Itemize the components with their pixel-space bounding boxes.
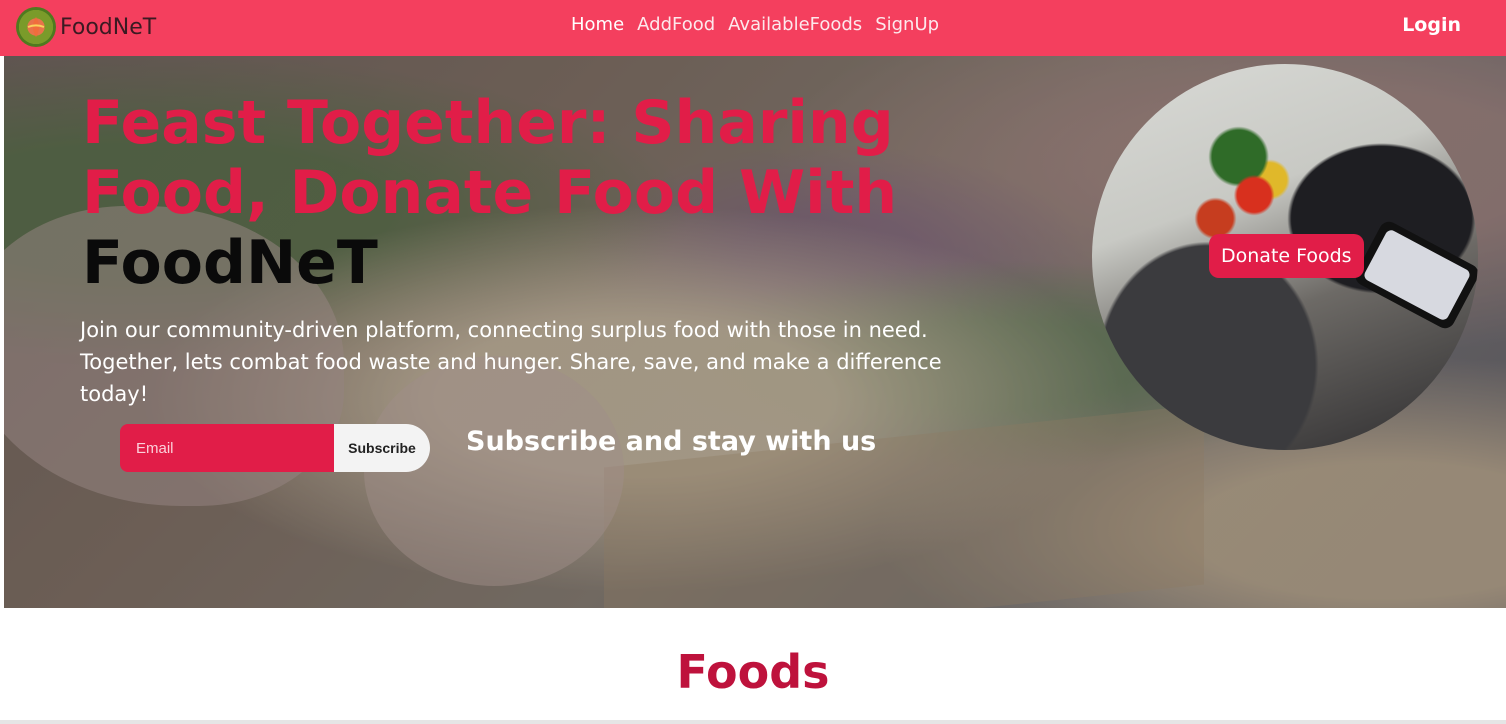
phone-screen (1362, 228, 1472, 322)
nav-link-signup[interactable]: SignUp (875, 14, 939, 35)
navbar: FoodNeT Home AddFood AvailableFoods Sign… (0, 0, 1506, 56)
main-nav: Home AddFood AvailableFoods SignUp (571, 14, 939, 35)
subscribe-button[interactable]: Subscribe (334, 424, 430, 472)
subscribe-heading: Subscribe and stay with us (466, 426, 877, 457)
foods-section-title: Foods (676, 645, 830, 699)
login-link[interactable]: Login (1402, 14, 1461, 36)
phone-image (1352, 218, 1478, 332)
hero-headline-accent: Feast Together: Sharing Food, Donate Foo… (82, 88, 898, 228)
brand-name[interactable]: FoodNeT (60, 15, 156, 40)
nav-link-availablefoods[interactable]: AvailableFoods (728, 14, 862, 35)
email-input[interactable] (120, 424, 334, 472)
section-divider (0, 720, 1506, 724)
brand[interactable]: FoodNeT (16, 5, 156, 49)
nav-link-addfood[interactable]: AddFood (637, 14, 715, 35)
food-logo-icon (16, 7, 56, 47)
nav-link-home[interactable]: Home (571, 14, 624, 35)
hero-tagline: Join our community-driven platform, conn… (80, 318, 942, 406)
hero-headline: Feast Together: Sharing Food, Donate Foo… (82, 88, 982, 298)
subscribe-form: Subscribe (120, 424, 430, 472)
hero-headline-brand: FoodNeT (82, 228, 378, 298)
donate-foods-button[interactable]: Donate Foods (1209, 234, 1364, 278)
